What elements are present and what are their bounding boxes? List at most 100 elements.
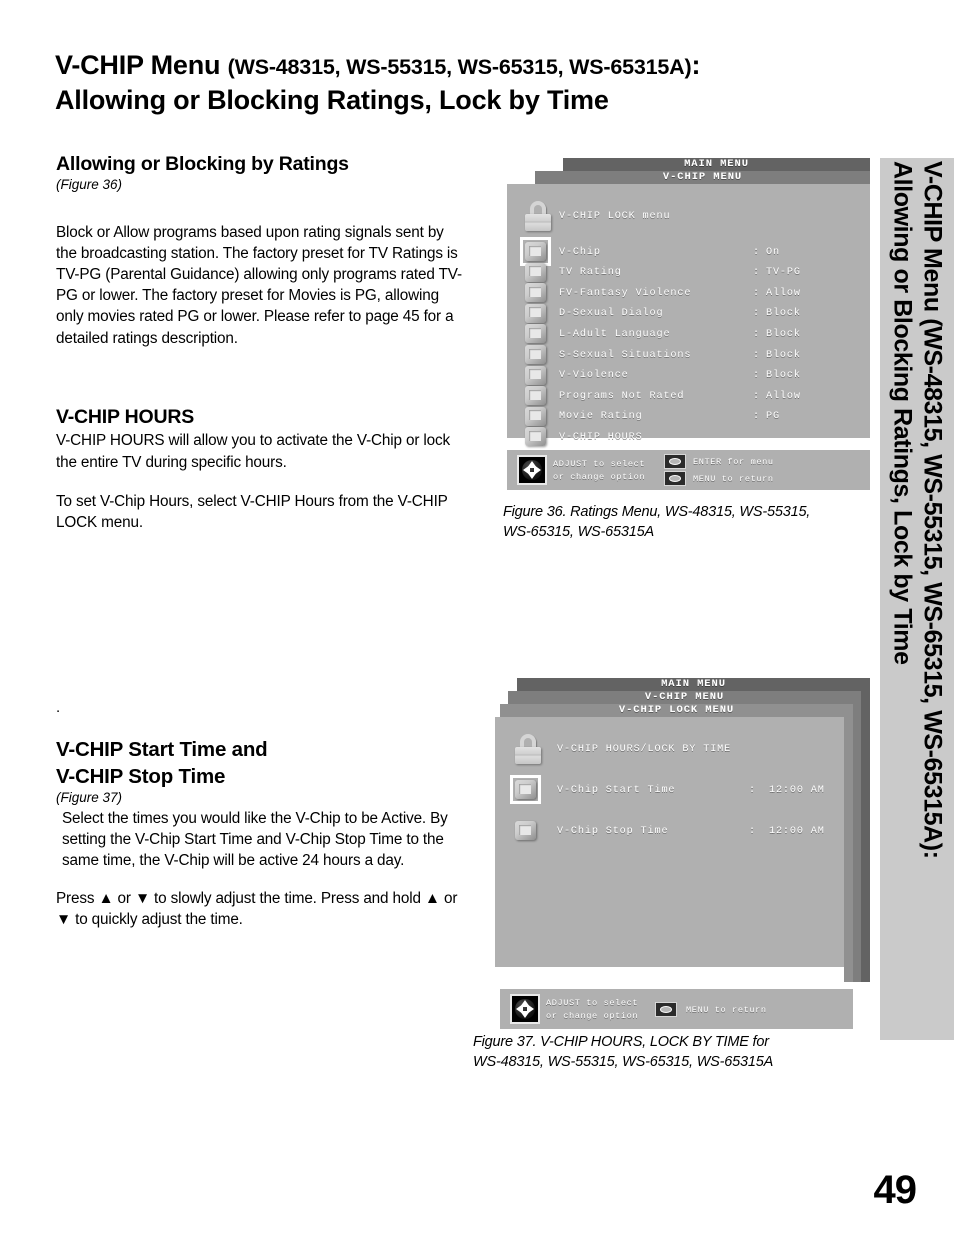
menu-row-value: Allow	[766, 390, 801, 402]
fig37-pane-edge-3	[844, 717, 853, 982]
menu-row-label: V-Chip	[559, 246, 601, 258]
hours-body-text-2: To set V-Chip Hours, select V-CHIP Hours…	[56, 492, 448, 531]
enter-key-oval	[668, 457, 682, 466]
menu-row-label: TV Rating	[559, 267, 622, 279]
fig36-header-row: V-CHIP LOCK menu	[559, 210, 859, 222]
tv-screen-icon	[525, 324, 546, 344]
menu-row-colon: :	[753, 287, 760, 299]
menu-item-icon-wrap	[525, 345, 546, 364]
menu-row[interactable]: V-Chip Start Time: 12:00 AM	[557, 784, 847, 796]
menu-item-icon-wrap	[525, 324, 546, 344]
lock-body	[515, 747, 541, 764]
fig37-lock-icon-wrap	[515, 734, 541, 764]
fig36-titlebar-main-menu: MAIN MENU	[563, 158, 870, 171]
menu-row-value: On	[766, 246, 780, 258]
side-tab-banner: V-CHIP Menu (WS-48315, WS-55315, WS-6531…	[880, 158, 954, 1040]
menu-row-label: Programs Not Rated	[559, 390, 685, 402]
figure-36-caption: Figure 36. Ratings Menu, WS-48315, WS-55…	[503, 504, 811, 540]
lock-body	[525, 214, 551, 231]
menu-row[interactable]: V-Chip: On	[559, 246, 859, 258]
dpad-disc	[521, 459, 543, 481]
menu-row-label: S-Sexual Situations	[559, 349, 692, 361]
section-vchip-start-stop-time: V-CHIP Start Time and V-CHIP Stop Time (…	[56, 738, 468, 930]
hours-body-text-1: V-CHIP HOURS will allow you to activate …	[56, 432, 450, 471]
menu-row[interactable]: V-Chip Stop Time: 12:00 AM	[557, 825, 847, 837]
fig37-header-label: V-CHIP HOURS/LOCK BY TIME	[557, 743, 732, 755]
menu-key-oval	[668, 474, 682, 483]
tv-screen-icon	[525, 303, 546, 323]
figure-37-caption: Figure 37. V-CHIP HOURS, LOCK BY TIME fo…	[473, 1034, 774, 1070]
menu-row-label: V-Chip Start Time	[557, 784, 676, 796]
page-title-colon: :	[691, 50, 701, 80]
menu-row[interactable]: V-Violence: Block	[559, 370, 859, 382]
menu-row-colon: :	[753, 267, 760, 279]
section-vchip-hours: V-CHIP HOURS V-CHIP HOURS will allow you…	[56, 406, 468, 533]
section-allowing-blocking-by-ratings: Allowing or Blocking by Ratings (Figure …	[56, 153, 468, 349]
tv-screen-icon	[525, 386, 546, 406]
fig37-titlebar-main-menu: MAIN MENU	[517, 678, 870, 691]
menu-row-colon: :	[753, 349, 760, 361]
times-body-text-1: Select the times you would like the V-Ch…	[62, 809, 448, 869]
menu-row[interactable]: L-Adult Language: Block	[559, 328, 859, 340]
dpad-icon[interactable]	[510, 994, 540, 1024]
arrow-right-icon	[526, 1003, 534, 1014]
menu-row[interactable]: Movie Rating: PG	[559, 411, 859, 423]
menu-row[interactable]: S-Sexual Situations: Block	[559, 349, 859, 361]
menu-row-colon: :	[749, 825, 756, 837]
selection-highlight-ring	[510, 775, 541, 804]
menu-row[interactable]: FV-Fantasy Violence: Allow	[559, 287, 859, 299]
menu-row-value: Block	[766, 349, 801, 361]
tv-screen-icon	[525, 427, 546, 447]
enter-key-icon[interactable]	[664, 454, 686, 469]
menu-row-colon: :	[753, 308, 760, 320]
fig37-titlebar-vchip-menu: V-CHIP MENU	[508, 691, 861, 704]
figure-36-osd-screenshot: MAIN MENU V-CHIP MENU V-CHIP LOCK menu V…	[505, 158, 870, 498]
fig36-titlebar-vchip-menu: V-CHIP MENU	[535, 171, 870, 184]
menu-row-colon: :	[753, 328, 760, 340]
menu-key-oval	[659, 1005, 673, 1014]
side-tab-text: V-CHIP Menu (WS-48315, WS-55315, WS-6531…	[889, 161, 947, 859]
fig37-adjust-help-text: ADJUST to select or change option	[546, 998, 639, 1021]
dpad-icon[interactable]	[517, 455, 547, 485]
menu-row-colon: :	[753, 246, 760, 258]
menu-row[interactable]: V-CHIP HOURS	[559, 431, 859, 443]
menu-row-value: PG	[766, 411, 780, 423]
times-heading-line2: V-CHIP Stop Time	[56, 764, 226, 788]
lock-icon	[515, 734, 541, 764]
fig36-header-label: V-CHIP LOCK menu	[559, 210, 671, 222]
menu-row[interactable]: TV Rating: TV-PG	[559, 267, 859, 279]
fig36-menu-help-text: MENU to return	[693, 474, 774, 484]
arrow-left-icon	[523, 464, 531, 475]
ratings-body-text: Block or Allow programs based upon ratin…	[56, 223, 462, 347]
menu-item-icon-wrap	[525, 406, 546, 426]
menu-row-value: 12:00 AM	[769, 784, 825, 796]
arrow-right-icon	[533, 464, 541, 475]
tv-screen-icon	[525, 262, 546, 282]
dpad-disc	[514, 998, 536, 1020]
menu-item-icon-wrap	[515, 821, 536, 840]
menu-key-icon[interactable]	[664, 471, 686, 486]
ratings-heading: Allowing or Blocking by Ratings	[56, 153, 349, 175]
menu-row-colon: :	[753, 411, 760, 423]
page-title-models: (WS-48315, WS-55315, WS-65315, WS-65315A…	[227, 55, 692, 79]
menu-row-value: Block	[766, 308, 801, 320]
menu-row-label: D-Sexual Dialog	[559, 308, 664, 320]
fig36-help-bar: ADJUST to select or change option ENTER …	[507, 450, 870, 490]
tv-screen-icon	[525, 365, 546, 385]
fig36-adjust-help-text: ADJUST to select or change option	[553, 459, 646, 482]
menu-row-colon: :	[749, 784, 756, 796]
menu-row-label: V-CHIP HOURS	[559, 431, 643, 443]
menu-row[interactable]: Programs Not Rated: Allow	[559, 390, 859, 402]
fig37-pane-edge-1	[861, 691, 870, 982]
menu-row-value: 12:00 AM	[769, 825, 825, 837]
menu-row[interactable]: D-Sexual Dialog: Block	[559, 308, 859, 320]
fig37-menu-help-text: MENU to return	[686, 1005, 767, 1015]
menu-key-icon[interactable]	[655, 1002, 677, 1017]
page-title: V-CHIP Menu (WS-48315, WS-55315, WS-6531…	[55, 48, 835, 117]
fig36-lock-icon-wrap	[525, 201, 551, 231]
fig37-titlebar-vchip-lock-menu: V-CHIP LOCK MENU	[500, 704, 853, 717]
menu-row-label: V-Violence	[559, 370, 629, 382]
menu-row-value: Block	[766, 328, 801, 340]
menu-row-colon: :	[753, 370, 760, 382]
